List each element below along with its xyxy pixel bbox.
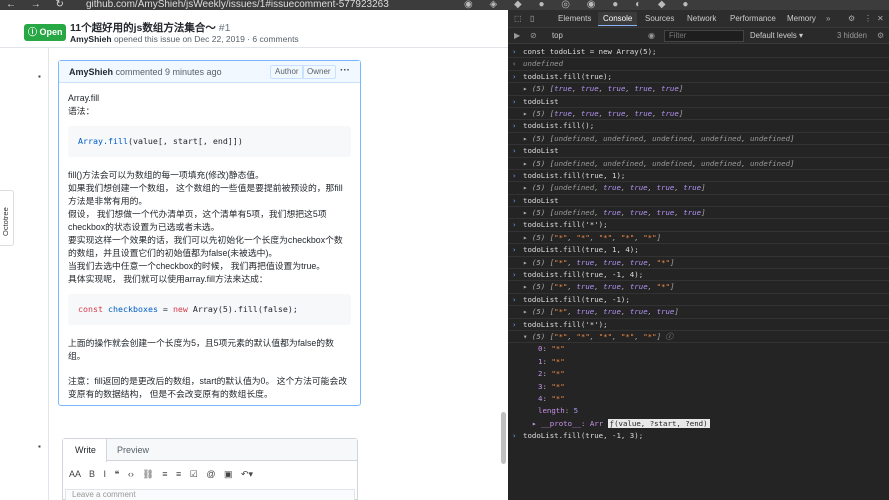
console-output-line[interactable]: ▸ (5) ["*", true, true, true, "*"] (508, 257, 889, 270)
comment-heading: Array.fill (68, 93, 100, 103)
console-output: › const todoList = new Array(5); ‹ undefine… (508, 46, 889, 443)
syntax-code-block: Array.fill(value[, start[, end]]) (68, 126, 351, 157)
issue-header: ⓘ Open 11个超好用的js数组方法集合～ #1 AmyShieh open… (0, 10, 508, 48)
scrollbar-thumb[interactable] (501, 412, 506, 464)
octotree-toggle[interactable]: Octotree (0, 190, 14, 246)
issue-title: 11个超好用的js数组方法集合～ #1 (70, 22, 231, 34)
array-length: length: 5 (538, 406, 579, 416)
autocomplete-tooltip: ƒ(value, ?start, ?end) (607, 418, 710, 428)
example-code-block: const checkboxes = new Array(5).fill(fal… (68, 294, 351, 325)
browser-topbar: ← → ↻ github.com/AmyShieh/jsWeekly/issue… (0, 0, 889, 10)
console-output-line[interactable]: ▸ (5) ["*", true, true, true, true] (508, 306, 889, 319)
author-badge: Author (270, 65, 304, 79)
console-input-line: › todoList.fill('*'); (508, 219, 889, 232)
extension-icons[interactable]: ◉ ◈ ◆ ● ◎ ◉ ● ◐ ◆ ● (464, 0, 695, 10)
proto-entry[interactable]: ▸ __proto__: Arr ƒ(value, ?start, ?end) (508, 418, 889, 430)
console-output-line[interactable]: ▸ (5) [undefined, undefined, undefined, … (508, 133, 889, 146)
note-paragraph: 注意：fill返回的是更改后的数组，start的默认值为0。 这个方法可能会改 … (68, 376, 348, 399)
console-input-line: › todoList (508, 96, 889, 108)
console-output-line[interactable]: ▸ (5) [true, true, true, true, true] (508, 108, 889, 121)
result-paragraph: 上面的操作就会创建一个长度为5，且5项元素的默认值都为false的数 组。 (68, 338, 334, 361)
devtools-tabs: ⬚ ▯ Elements Console Sources Network Per… (508, 10, 889, 28)
issue-author-link[interactable]: AmyShieh (70, 34, 112, 44)
console-input-line: › todoList.fill(true, -1, 4); (508, 269, 889, 282)
address-bar[interactable]: github.com/AmyShieh/jsWeekly/issues/1#is… (86, 0, 389, 10)
eye-icon[interactable]: ◉ (648, 31, 655, 40)
tab-performance[interactable]: Performance (730, 14, 776, 23)
console-settings-icon[interactable]: ⚙ (877, 31, 884, 40)
array-entry: 1: "*" (538, 356, 565, 366)
console-input-line: › todoList (508, 145, 889, 158)
editor-tabs: Write Preview (63, 439, 357, 462)
close-icon[interactable]: ✕ (877, 14, 884, 23)
timeline-line (48, 48, 49, 500)
console-prompt-input[interactable]: › todoList.fill(true, -1, 3); (508, 430, 889, 442)
browser-nav-icons[interactable]: ← → ↻ (6, 0, 70, 10)
console-input-line: › todoList (508, 195, 889, 208)
avatar-icon[interactable]: ▪ (38, 442, 41, 451)
comment-header: AmyShieh commented 9 minutes ago Author … (59, 61, 360, 83)
console-input-line: › const todoList = new Array(5); (508, 46, 889, 59)
github-pane: ⓘ Open 11个超好用的js数组方法集合～ #1 AmyShieh open… (0, 10, 508, 500)
console-output-line[interactable]: ▾ (5) ["*", "*", "*", "*", "*"] ⓘ (508, 331, 889, 344)
device-icon[interactable]: ▯ (530, 14, 534, 23)
console-output-line[interactable]: ▸ (5) [undefined, true, true, true, true… (508, 182, 889, 195)
comment-author[interactable]: AmyShieh commented 9 minutes ago (69, 67, 222, 77)
markdown-toolbar[interactable]: AA B I ❝ ‹› ⛓ ≡ ≡ ☑ @ ▣ ↶▾ (69, 469, 253, 480)
context-selector[interactable]: top (552, 31, 563, 40)
tab-network[interactable]: Network (687, 14, 716, 23)
console-output-line[interactable]: ▸ (5) [true, true, true, true, true] (508, 83, 889, 96)
log-levels-dropdown[interactable]: Default levels ▾ (750, 31, 803, 40)
console-output-line: ‹ undefined (508, 58, 889, 71)
tab-console[interactable]: Console (598, 12, 638, 26)
more-tabs-icon[interactable]: » (826, 14, 830, 23)
console-output-line[interactable]: ▸ (5) [undefined, true, true, true, true… (508, 207, 889, 220)
filter-input[interactable]: Filter (664, 30, 744, 42)
settings-icon[interactable]: ⚙ (848, 14, 855, 23)
console-output-line[interactable]: ▸ (5) ["*", true, true, true, "*"] (508, 281, 889, 294)
tab-sources[interactable]: Sources (645, 14, 674, 23)
array-entry: 2: "*" (538, 369, 565, 379)
inspect-icon[interactable]: ⬚ (514, 14, 522, 23)
avatar-icon[interactable]: ▪ (38, 72, 41, 81)
tab-memory[interactable]: Memory (787, 14, 816, 23)
menu-icon[interactable]: ⋮ (864, 14, 872, 23)
devtools-panel: ⬚ ▯ Elements Console Sources Network Per… (508, 10, 889, 500)
console-input-line: › todoList.fill(true); (508, 71, 889, 84)
syntax-label: 语法： (68, 106, 95, 116)
tab-elements[interactable]: Elements (558, 14, 591, 23)
issue-meta: AmyShieh opened this issue on Dec 22, 20… (70, 34, 299, 44)
sidebar-toggle-icon[interactable]: ▶ (514, 31, 520, 40)
open-status-badge: ⓘ Open (24, 24, 66, 41)
comment-editor: Write Preview AA B I ❝ ‹› ⛓ ≡ ≡ ☑ @ ▣ ↶▾… (62, 438, 358, 500)
array-entry: 3: "*" (538, 381, 565, 391)
array-entry: 0: "*" (538, 344, 565, 354)
console-input-line: › todoList.fill(true, 1); (508, 170, 889, 183)
console-input-line: › todoList.fill(true, -1); (508, 294, 889, 307)
clear-console-icon[interactable]: ⊘ (530, 31, 537, 40)
console-input-line: › todoList.fill('*'); (508, 319, 889, 331)
comment-textarea[interactable]: Leave a comment (65, 489, 355, 500)
comment-menu-icon[interactable]: ··· (340, 65, 350, 76)
tab-write[interactable]: Write (63, 439, 107, 462)
description-paragraph: fill()方法会可以为数组的每一项填充(修改)静态值。 如果我们想创建一个数组… (68, 170, 343, 284)
array-entry: 4: "*" (538, 393, 565, 403)
console-toolbar: ▶ ⊘ top ◉ Filter Default levels ▾ 3 hidd… (508, 28, 889, 44)
console-output-line[interactable]: ▸ (5) ["*", "*", "*", "*", "*"] (508, 232, 889, 245)
console-output-line[interactable]: ▸ (5) [undefined, undefined, undefined, … (508, 158, 889, 170)
console-input-line: › todoList.fill(); (508, 120, 889, 133)
comment-body: Array.fill 语法： Array.fill(value[, start[… (59, 83, 360, 401)
owner-badge: Owner (302, 65, 336, 79)
hidden-count: 3 hidden (837, 31, 867, 40)
tab-preview[interactable]: Preview (117, 439, 149, 461)
console-input-line: › todoList.fill(true, 1, 4); (508, 244, 889, 257)
issue-comment: AmyShieh commented 9 minutes ago Author … (58, 60, 361, 406)
